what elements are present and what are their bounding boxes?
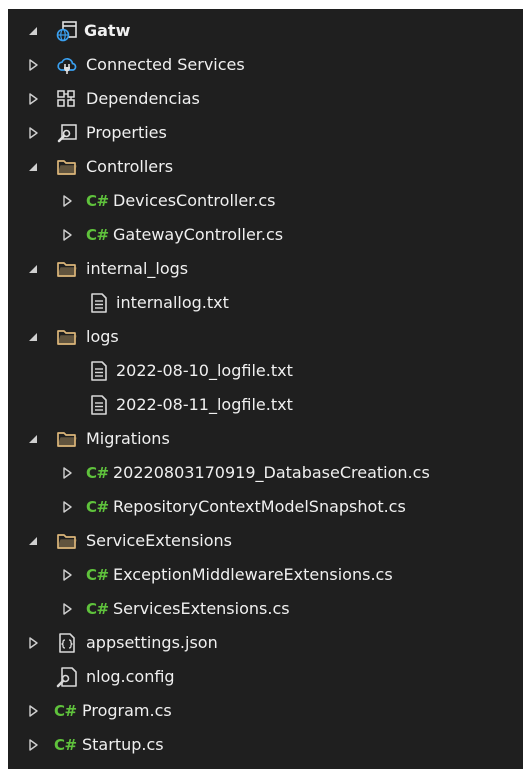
solution-explorer-panel: Gatw Connected Services Dependencias Prope… [8, 9, 523, 769]
tree-node-controllers[interactable]: Controllers [8, 150, 523, 184]
folder-open-icon [57, 330, 77, 345]
tree-node-label: 20220803170919_DatabaseCreation.cs [113, 463, 430, 482]
expander-collapsed-icon[interactable] [26, 738, 40, 752]
expander-collapsed-icon[interactable] [26, 92, 40, 106]
tree-node-nlog-config[interactable]: nlog.config [8, 660, 523, 694]
tree-node-label: RepositoryContextModelSnapshot.cs [113, 497, 406, 516]
tree-node-label: ServicesExtensions.cs [113, 599, 290, 618]
expander-collapsed-icon[interactable] [60, 602, 74, 616]
tree-node-label: ExceptionMiddlewareExtensions.cs [113, 565, 393, 584]
tree-node-label: appsettings.json [86, 633, 218, 652]
csharp-file-icon: C# [54, 702, 77, 720]
csharp-file-icon: C# [86, 600, 109, 618]
tree-node-label: GatewayController.cs [113, 225, 284, 244]
tree-node-label: Controllers [86, 157, 174, 176]
tree-node-2022-08-11-logfile-txt[interactable]: 2022-08-11_logfile.txt [8, 388, 523, 422]
project-name: Gatw [84, 21, 131, 40]
tree-node-label: 2022-08-10_logfile.txt [116, 361, 293, 380]
dependencies-icon [57, 90, 75, 107]
csharp-file-icon: C# [86, 464, 109, 482]
tree-node-label: internal_logs [86, 259, 189, 278]
config-file-icon [56, 667, 77, 688]
tree-node-label: Program.cs [82, 701, 172, 720]
csharp-file-icon: C# [54, 736, 77, 754]
properties-wrench-icon [57, 124, 77, 143]
tree-node-devicescontroller-cs[interactable]: C# DevicesController.cs [8, 184, 523, 218]
text-file-icon [91, 395, 107, 415]
tree-node-program-cs[interactable]: C# Program.cs [8, 694, 523, 728]
folder-open-icon [57, 262, 77, 277]
tree-node-label: Connected Services [86, 55, 245, 74]
tree-node-label: ServiceExtensions [86, 531, 233, 550]
folder-open-icon [57, 160, 77, 175]
expander-expanded-icon[interactable] [26, 262, 40, 276]
expander-collapsed-icon[interactable] [26, 126, 40, 140]
connected-services-icon [57, 58, 77, 74]
tree-node-label: Startup.cs [82, 735, 164, 754]
tree-node-label: Properties [86, 123, 167, 142]
tree-node-logs[interactable]: logs [8, 320, 523, 354]
expander-collapsed-icon[interactable] [26, 58, 40, 72]
tree-node-connected-services[interactable]: Connected Services [8, 48, 523, 82]
tree-node-properties[interactable]: Properties [8, 116, 523, 150]
expander-expanded-icon[interactable] [26, 534, 40, 548]
tree-node-project[interactable]: Gatw [8, 14, 523, 48]
tree-node-gatewaycontroller-cs[interactable]: C# GatewayController.cs [8, 218, 523, 252]
expander-expanded-icon[interactable] [26, 160, 40, 174]
expander-collapsed-icon[interactable] [60, 194, 74, 208]
tree-node-internallog-txt[interactable]: internallog.txt [8, 286, 523, 320]
tree-node-label: Migrations [86, 429, 170, 448]
folder-open-icon [57, 534, 77, 549]
expander-collapsed-icon[interactable] [60, 466, 74, 480]
tree-node-20220803170919-databasecreation-cs[interactable]: C# 20220803170919_DatabaseCreation.cs [8, 456, 523, 490]
expander-collapsed-icon[interactable] [60, 500, 74, 514]
tree-node-2022-08-10-logfile-txt[interactable]: 2022-08-10_logfile.txt [8, 354, 523, 388]
tree-node-repositorycontextmodelsnapshot-cs[interactable]: C# RepositoryContextModelSnapshot.cs [8, 490, 523, 524]
csharp-file-icon: C# [86, 498, 109, 516]
tree-children: Connected Services Dependencias Properties… [8, 48, 523, 762]
tree-node-label: DevicesController.cs [113, 191, 276, 210]
expander-collapsed-icon[interactable] [26, 636, 40, 650]
tree-node-label: Dependencias [86, 89, 200, 108]
expander-collapsed-icon[interactable] [60, 568, 74, 582]
tree-node-label: internallog.txt [116, 293, 229, 312]
tree-node-migrations[interactable]: Migrations [8, 422, 523, 456]
expander-expanded-icon[interactable] [26, 24, 40, 38]
expander-expanded-icon[interactable] [26, 432, 40, 446]
csharp-file-icon: C# [86, 226, 109, 244]
expander-collapsed-icon[interactable] [60, 228, 74, 242]
tree-node-appsettings-json[interactable]: appsettings.json [8, 626, 523, 660]
csharp-file-icon: C# [86, 566, 109, 584]
web-project-icon [56, 21, 77, 42]
csharp-file-icon: C# [86, 192, 109, 210]
folder-open-icon [57, 432, 77, 447]
tree-node-label: nlog.config [86, 667, 175, 686]
tree-node-startup-cs[interactable]: C# Startup.cs [8, 728, 523, 762]
text-file-icon [91, 361, 107, 381]
json-file-icon [59, 633, 75, 653]
expander-expanded-icon[interactable] [26, 330, 40, 344]
tree-node-label: 2022-08-11_logfile.txt [116, 395, 293, 414]
tree-node-internal-logs[interactable]: internal_logs [8, 252, 523, 286]
text-file-icon [91, 293, 107, 313]
tree-node-servicesextensions-cs[interactable]: C# ServicesExtensions.cs [8, 592, 523, 626]
tree-node-label: logs [86, 327, 119, 346]
solution-tree: Gatw Connected Services Dependencias Prope… [8, 14, 523, 762]
tree-node-exceptionmiddlewareextensions-cs[interactable]: C# ExceptionMiddlewareExtensions.cs [8, 558, 523, 592]
tree-node-serviceextensions[interactable]: ServiceExtensions [8, 524, 523, 558]
tree-node-dependencias[interactable]: Dependencias [8, 82, 523, 116]
expander-collapsed-icon[interactable] [26, 704, 40, 718]
